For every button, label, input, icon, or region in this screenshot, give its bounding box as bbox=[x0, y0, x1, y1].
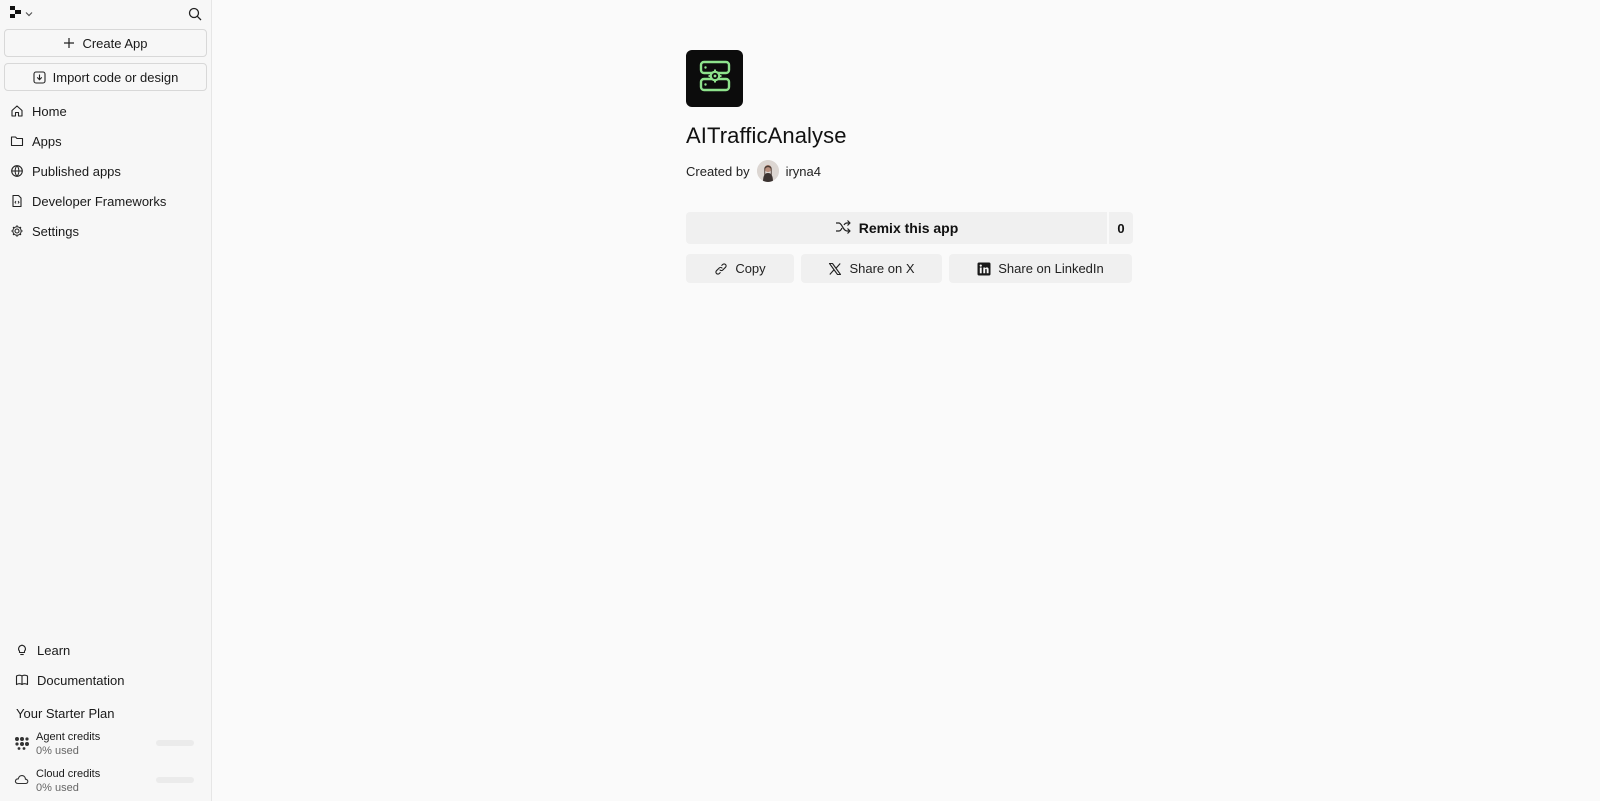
plan-title: Your Starter Plan bbox=[16, 706, 115, 721]
link-icon bbox=[714, 262, 728, 276]
copy-link-button[interactable]: Copy bbox=[686, 254, 794, 283]
cloud-credits[interactable]: Cloud credits 0% used bbox=[14, 767, 200, 797]
sidebar-item-label: Published apps bbox=[32, 163, 121, 179]
credit-usage: 0% used bbox=[36, 745, 79, 757]
sidebar-item-learn[interactable]: Learn bbox=[0, 635, 211, 665]
sidebar-item-label: Developer Frameworks bbox=[32, 193, 167, 209]
sidebar-item-label: Documentation bbox=[37, 672, 125, 688]
gear-icon bbox=[10, 224, 24, 238]
sidebar-nav: Home Apps Published apps Developer Frame… bbox=[0, 96, 211, 246]
sidebar-item-documentation[interactable]: Documentation bbox=[0, 665, 211, 695]
plus-icon bbox=[63, 37, 75, 49]
sidebar-header bbox=[10, 4, 204, 24]
sidebar-bottom-nav: Learn Documentation bbox=[0, 635, 211, 695]
sidebar-item-developer-frameworks[interactable]: Developer Frameworks bbox=[0, 186, 211, 216]
folder-icon bbox=[10, 134, 24, 148]
creator-name[interactable]: iryna4 bbox=[786, 164, 821, 179]
remix-count: 0 bbox=[1109, 212, 1133, 244]
remix-row: Remix this app 0 bbox=[686, 212, 1133, 244]
linkedin-icon bbox=[977, 262, 991, 276]
credit-usage: 0% used bbox=[36, 782, 79, 794]
sidebar-item-label: Learn bbox=[37, 642, 71, 658]
server-gear-icon bbox=[698, 59, 732, 98]
agent-credits-icon bbox=[14, 736, 29, 750]
home-icon bbox=[10, 104, 24, 118]
copy-label: Copy bbox=[735, 261, 766, 276]
create-app-label: Create App bbox=[82, 35, 148, 51]
sidebar-item-home[interactable]: Home bbox=[0, 96, 211, 126]
share-x-button[interactable]: Share on X bbox=[801, 254, 942, 283]
file-code-icon bbox=[10, 194, 24, 208]
agent-credits-bar bbox=[156, 740, 194, 746]
import-button[interactable]: Import code or design bbox=[4, 63, 207, 91]
import-label: Import code or design bbox=[52, 69, 179, 85]
lightbulb-icon bbox=[15, 643, 29, 657]
created-by-label: Created by bbox=[686, 163, 750, 179]
cloud-credits-bar bbox=[156, 777, 194, 783]
creator-row: Created by iryna4 bbox=[686, 160, 1133, 182]
sidebar-item-label: Home bbox=[32, 103, 67, 119]
app-logo bbox=[686, 50, 743, 107]
create-app-button[interactable]: Create App bbox=[4, 29, 207, 57]
remix-button[interactable]: Remix this app bbox=[686, 212, 1107, 244]
agent-credits[interactable]: Agent credits 0% used bbox=[14, 730, 200, 760]
sidebar-item-label: Settings bbox=[32, 223, 79, 239]
app-title: AITrafficAnalyse bbox=[686, 123, 847, 148]
shuffle-icon bbox=[835, 219, 851, 237]
globe-icon bbox=[10, 164, 24, 178]
credit-name: Cloud credits bbox=[36, 768, 101, 780]
avatar[interactable] bbox=[756, 160, 779, 182]
x-logo-icon bbox=[828, 262, 842, 276]
search-button[interactable] bbox=[186, 5, 204, 23]
cloud-icon bbox=[14, 773, 29, 785]
sidebar-item-published-apps[interactable]: Published apps bbox=[0, 156, 211, 186]
sidebar-item-settings[interactable]: Settings bbox=[0, 216, 211, 246]
sidebar-item-label: Apps bbox=[32, 133, 62, 149]
import-icon bbox=[33, 70, 46, 84]
replit-logo-icon bbox=[10, 5, 22, 23]
share-x-label: Share on X bbox=[849, 261, 915, 276]
workspace-switcher[interactable] bbox=[10, 5, 34, 23]
sidebar: Create App Import code or design Home Ap… bbox=[0, 0, 212, 801]
share-linkedin-button[interactable]: Share on LinkedIn bbox=[949, 254, 1132, 283]
chevron-down-icon bbox=[24, 9, 34, 19]
app-detail: AITrafficAnalyse Created by iryna4 Remix… bbox=[686, 50, 1133, 283]
credit-name: Agent credits bbox=[36, 731, 101, 743]
sidebar-item-apps[interactable]: Apps bbox=[0, 126, 211, 156]
share-linkedin-label: Share on LinkedIn bbox=[998, 261, 1104, 276]
book-icon bbox=[15, 673, 29, 687]
share-row: Copy Share on X Share on LinkedIn bbox=[686, 254, 1133, 283]
search-icon bbox=[188, 7, 202, 21]
remix-label: Remix this app bbox=[858, 220, 959, 236]
